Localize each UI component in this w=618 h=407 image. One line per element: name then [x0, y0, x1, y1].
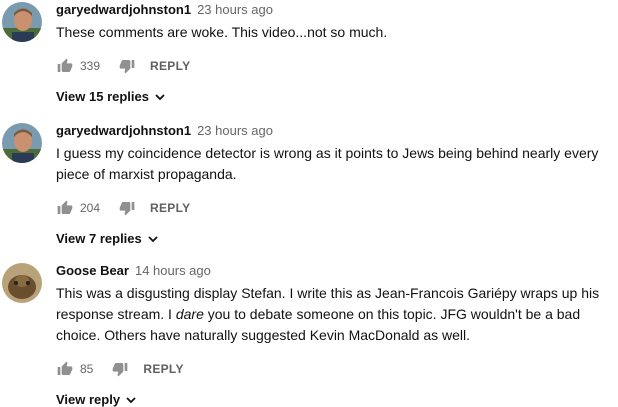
author-name[interactable]: garyedwardjohnston1	[56, 123, 191, 138]
comment-header: garyedwardjohnston1 23 hours ago	[56, 123, 614, 139]
thumbs-down-icon[interactable]	[118, 57, 136, 75]
view-replies-button[interactable]: View 15 replies	[56, 89, 614, 104]
avatar-animal-icon	[2, 263, 42, 303]
chevron-down-icon	[155, 93, 165, 101]
like-count: 204	[80, 201, 101, 215]
author-name[interactable]: garyedwardjohnston1	[56, 2, 191, 17]
timestamp[interactable]: 23 hours ago	[197, 2, 273, 17]
thumbs-up-icon[interactable]	[56, 360, 74, 378]
like-count: 339	[80, 59, 101, 73]
reply-button[interactable]: REPLY	[143, 362, 183, 376]
comment-text: This was a disgusting display Stefan. I …	[56, 285, 600, 343]
comment-actions: 85 REPLY	[56, 360, 614, 378]
comment-header: garyedwardjohnston1 23 hours ago	[56, 2, 614, 18]
view-replies-button[interactable]: View 7 replies	[56, 231, 614, 246]
comment-text: These comments are woke. This video...no…	[56, 24, 388, 40]
timestamp[interactable]: 14 hours ago	[135, 263, 211, 278]
comment-actions: 339 REPLY	[56, 57, 614, 75]
chevron-down-icon	[148, 235, 158, 243]
reply-button[interactable]: REPLY	[150, 59, 190, 73]
thumbs-up-icon[interactable]	[56, 57, 74, 75]
author-name[interactable]: Goose Bear	[56, 263, 129, 278]
like-count: 85	[80, 362, 94, 376]
thumbs-down-icon[interactable]	[111, 360, 129, 378]
avatar[interactable]	[2, 2, 42, 42]
view-replies-label: View 15 replies	[56, 89, 149, 104]
timestamp[interactable]: 23 hours ago	[197, 123, 273, 138]
avatar-man-icon	[2, 2, 42, 42]
thumbs-down-icon[interactable]	[118, 199, 136, 217]
comment-actions: 204 REPLY	[56, 199, 614, 217]
thumbs-up-icon[interactable]	[56, 199, 74, 217]
comment-header: Goose Bear 14 hours ago	[56, 263, 614, 279]
avatar[interactable]	[2, 263, 42, 303]
avatar-man-icon	[2, 123, 42, 163]
reply-button[interactable]: REPLY	[150, 201, 190, 215]
view-replies-label: View 7 replies	[56, 231, 142, 246]
emphasis-text: dare	[175, 306, 204, 322]
avatar[interactable]	[2, 123, 42, 163]
comment-text: I guess my coincidence detector is wrong…	[56, 145, 599, 182]
